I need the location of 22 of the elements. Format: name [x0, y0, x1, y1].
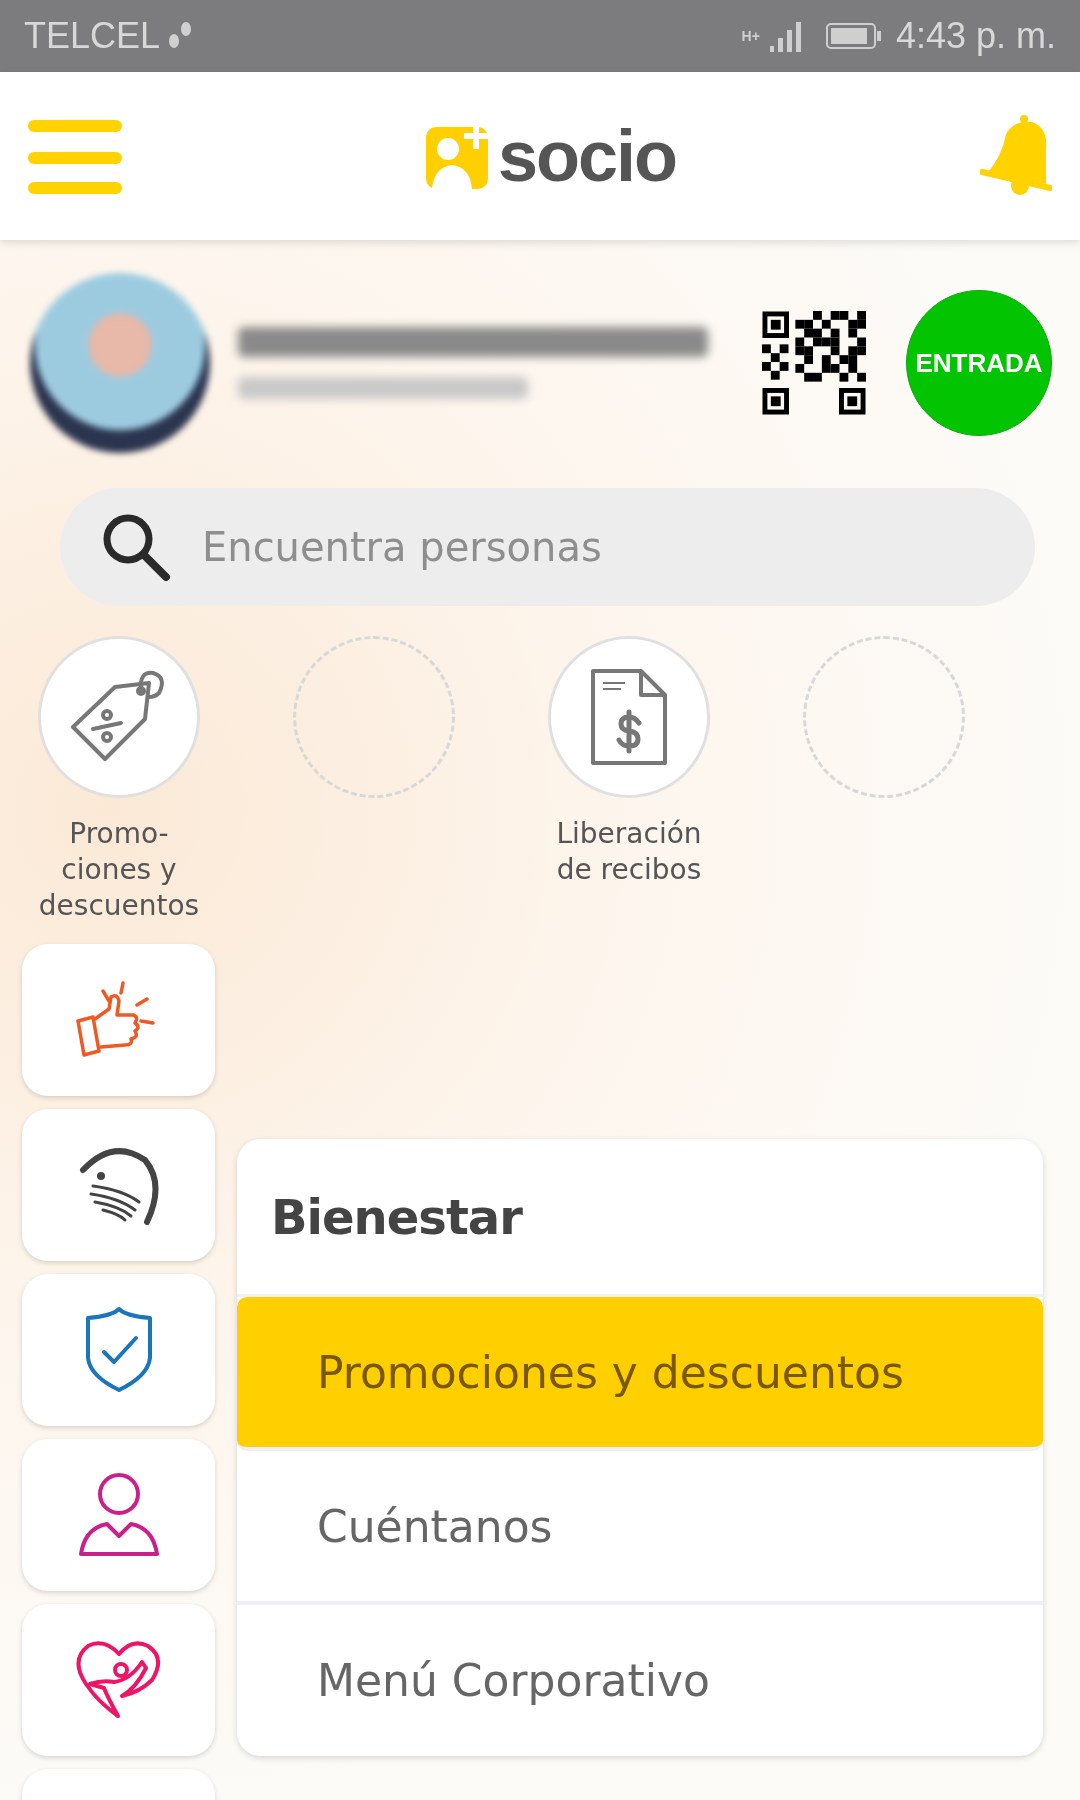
carrier-name: TELCEL	[24, 15, 161, 57]
clock-time: 4:43 p. m.	[895, 15, 1056, 57]
category-tile[interactable]	[22, 1274, 215, 1426]
dollar-document-icon	[589, 667, 669, 767]
app-logo: socio	[497, 115, 677, 197]
submenu-item[interactable]: Cuéntanos	[237, 1451, 1043, 1605]
qr-code-icon[interactable]	[762, 310, 866, 416]
signal-icon	[769, 20, 804, 52]
submenu-item[interactable]: Menú Corporativo	[237, 1605, 1043, 1755]
person-icon	[76, 1472, 161, 1558]
battery-icon	[825, 22, 882, 50]
category-tile[interactable]	[22, 1604, 215, 1756]
network-type: H+	[741, 28, 760, 44]
shortcut-label: Promo- ciones y descuentos	[38, 816, 200, 924]
shield-check-icon	[83, 1306, 154, 1394]
search-field[interactable]: Encuentra personas	[60, 488, 1035, 606]
category-tile[interactable]	[22, 944, 215, 1096]
submenu-item[interactable]: Promociones y descuentos	[237, 1297, 1043, 1451]
category-tile[interactable]	[22, 1109, 215, 1261]
shortcut-label: Liberación de recibos	[556, 816, 702, 888]
category-tile[interactable]	[22, 1769, 215, 1800]
category-tile[interactable]	[22, 1439, 215, 1591]
